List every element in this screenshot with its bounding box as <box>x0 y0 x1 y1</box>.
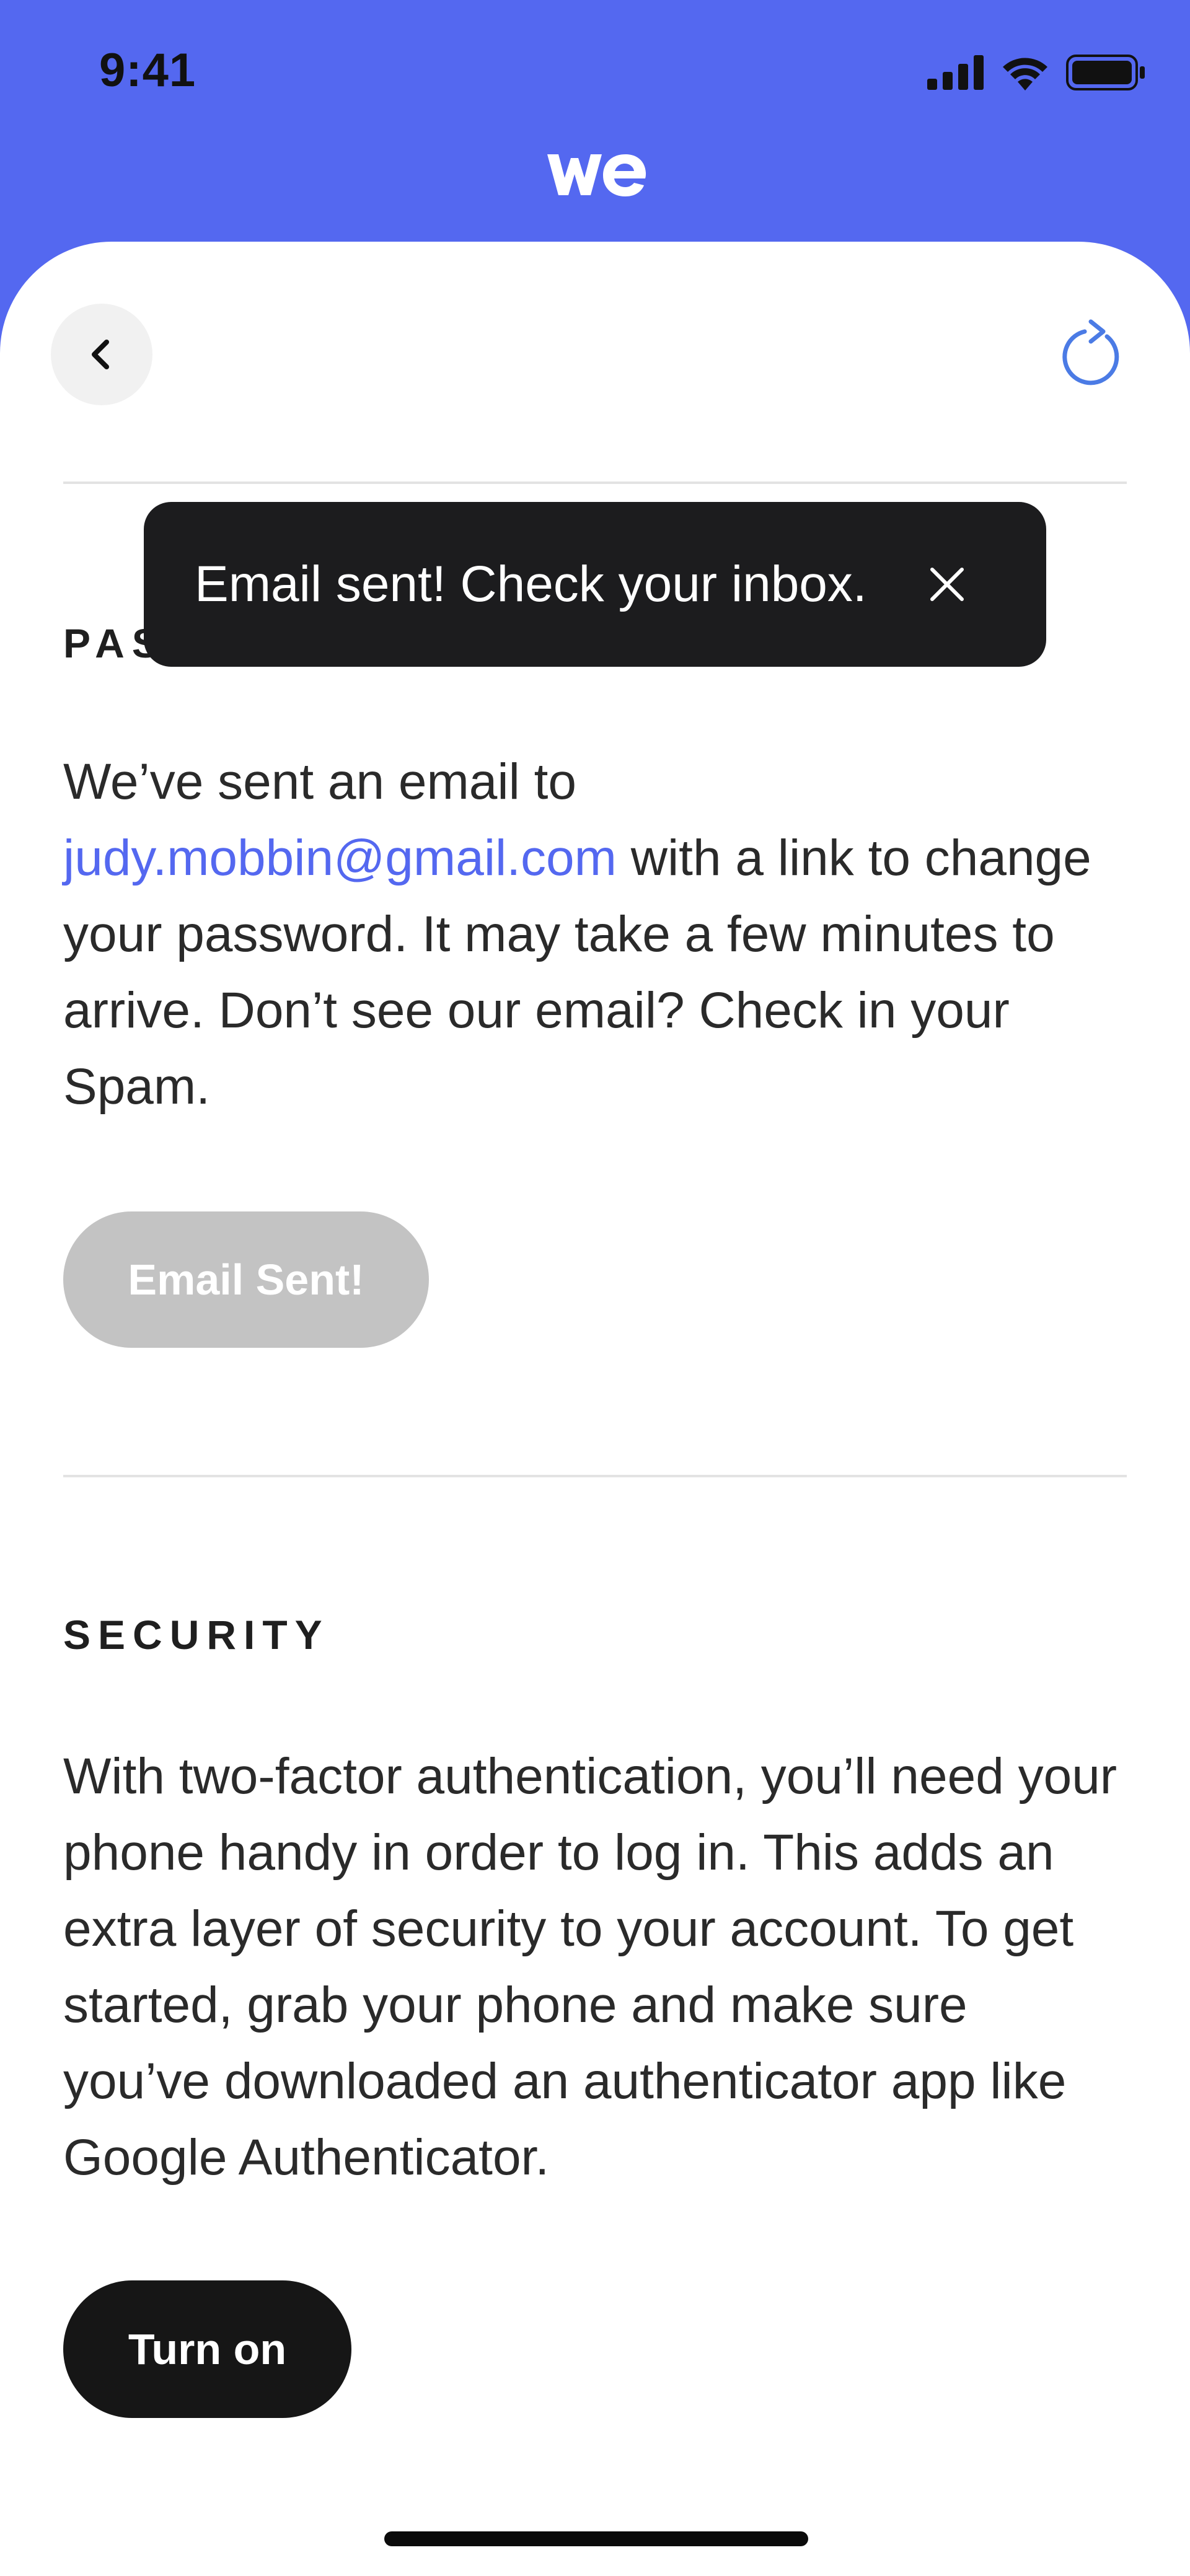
password-message-prefix: We’ve sent an email to <box>63 754 577 810</box>
email-sent-button[interactable]: Email Sent! <box>63 1211 429 1348</box>
status-bar: 9:41 <box>0 0 1190 143</box>
toast-notification: Email sent! Check your inbox. <box>144 502 1046 667</box>
wetransfer-we-logo-icon <box>542 146 648 204</box>
toast-message: Email sent! Check your inbox. <box>195 556 867 612</box>
battery-icon <box>1066 55 1145 90</box>
toast-close-button[interactable] <box>922 560 972 609</box>
status-time: 9:41 <box>99 44 196 97</box>
refresh-button[interactable] <box>1052 310 1133 390</box>
divider-middle <box>63 1475 1127 1477</box>
security-section-title: SECURITY <box>63 1612 330 1658</box>
password-message: We’ve sent an email to judy.mobbin@gmail… <box>63 744 1127 1125</box>
wifi-icon <box>1003 58 1047 90</box>
email-address-link[interactable]: judy.mobbin@gmail.com <box>63 830 617 886</box>
refresh-icon <box>1062 319 1119 385</box>
back-button[interactable] <box>51 304 152 405</box>
close-icon <box>930 568 964 601</box>
divider-top <box>63 481 1127 484</box>
status-icons <box>927 55 1147 90</box>
turn-on-2fa-button[interactable]: Turn on <box>63 2280 351 2418</box>
security-description: With two-factor authentication, you’ll n… <box>63 1748 1117 2186</box>
home-indicator <box>384 2531 808 2546</box>
cellular-signal-icon <box>927 55 984 90</box>
chevron-left-icon <box>92 340 109 369</box>
